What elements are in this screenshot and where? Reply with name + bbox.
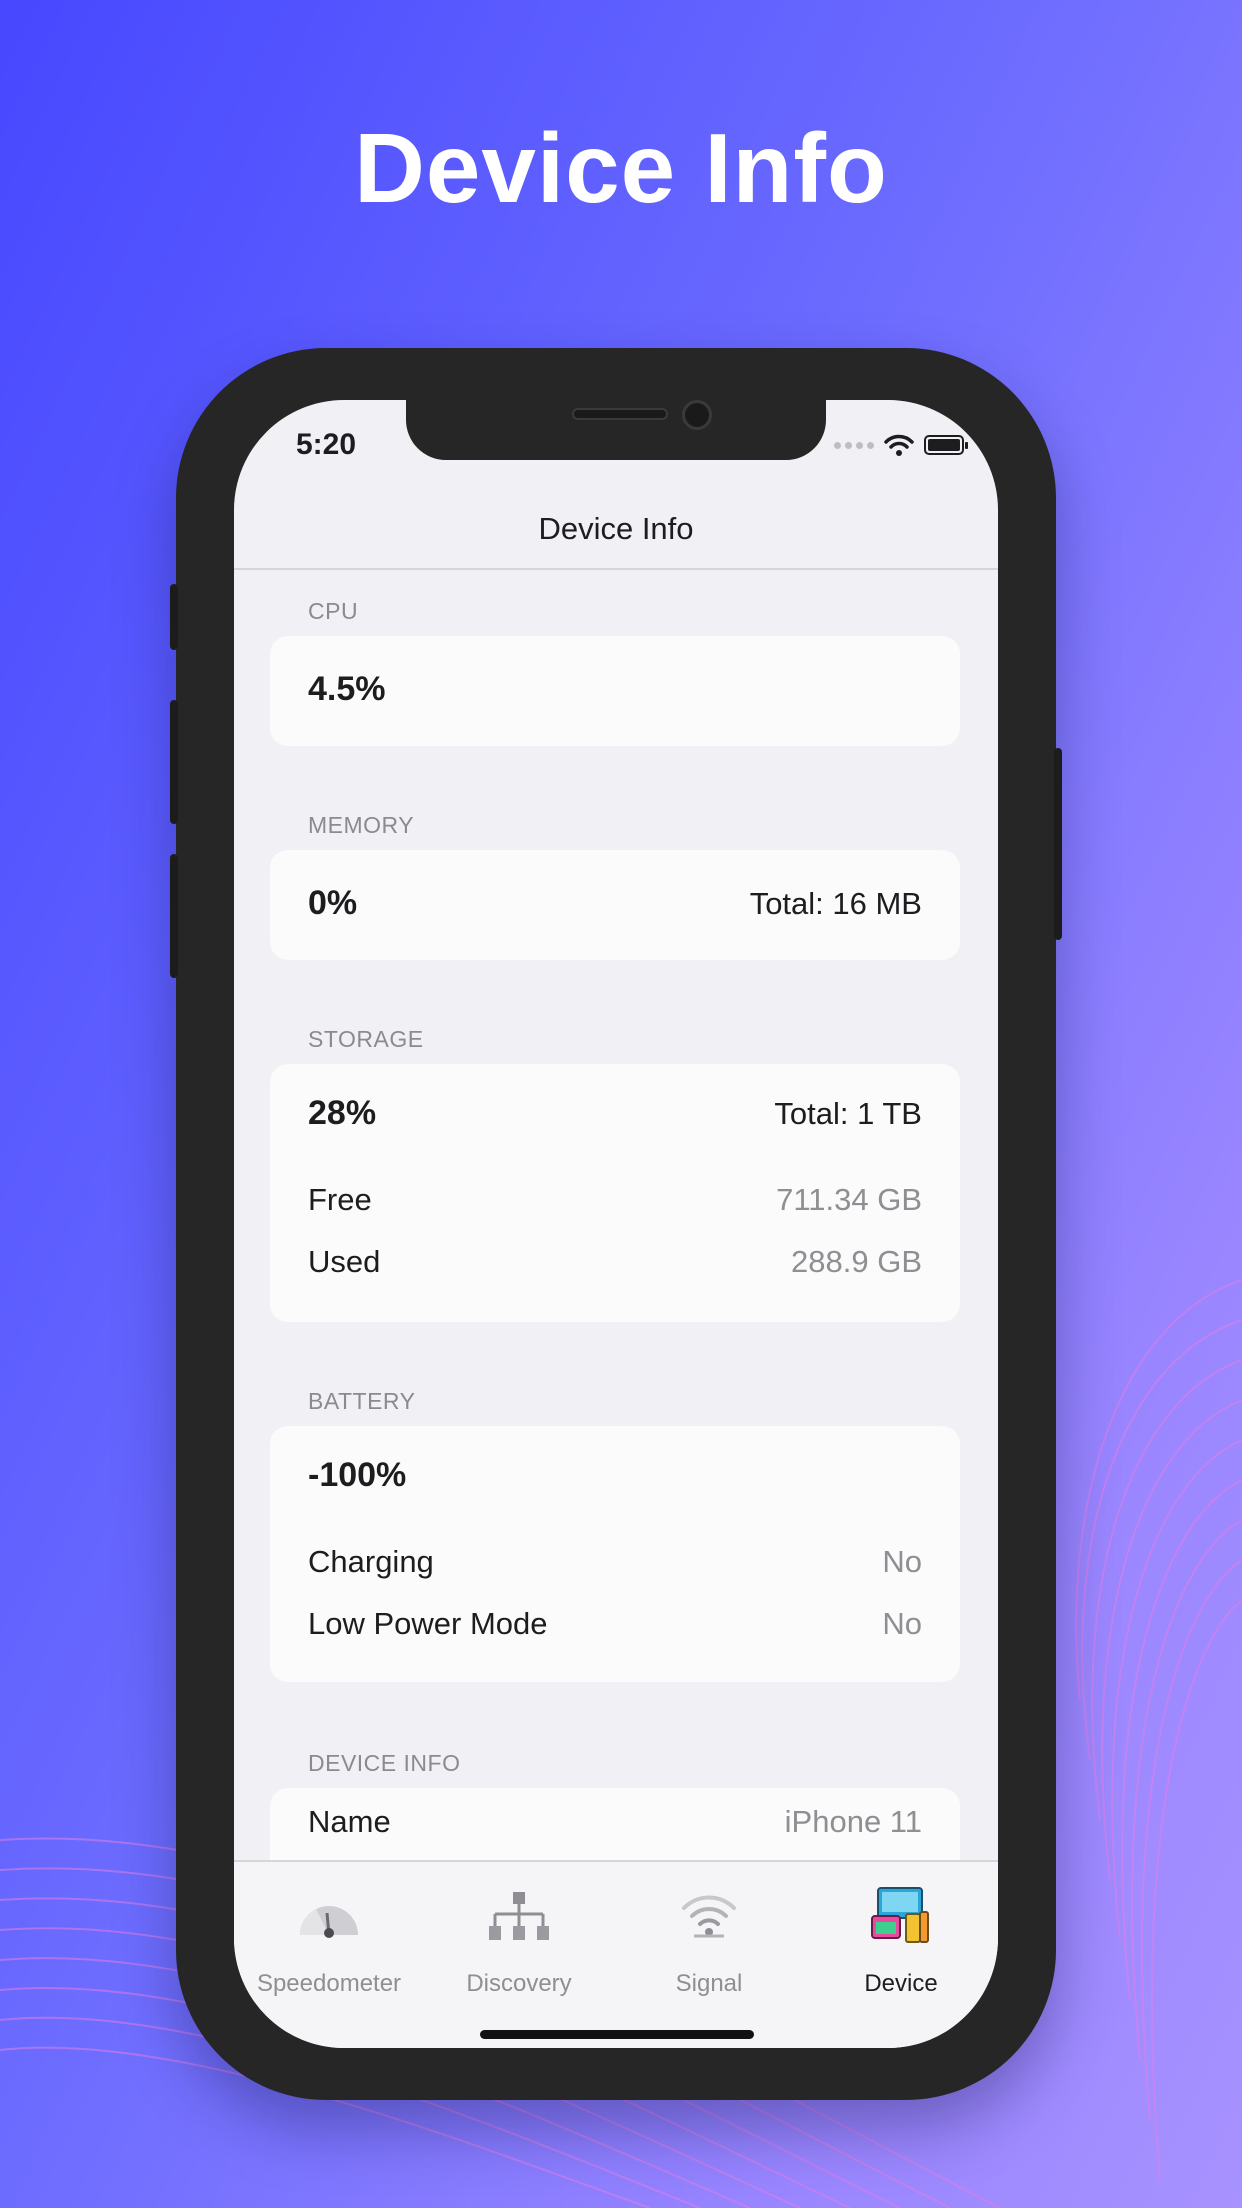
device-info-section-label: DEVICE INFO — [308, 1750, 461, 1776]
cellular-signal-icon — [834, 441, 874, 449]
device-info-card: Name iPhone 11 — [270, 1788, 960, 1860]
device-name-value: iPhone 11 — [784, 1804, 922, 1839]
tab-device[interactable]: Device — [806, 1884, 996, 1998]
volume-down-button — [170, 854, 178, 978]
battery-section-label: BATTERY — [308, 1388, 416, 1414]
tab-speedometer[interactable]: Speedometer — [234, 1884, 424, 1998]
nav-title: Device Info — [538, 511, 694, 546]
speedometer-icon — [299, 1906, 358, 1938]
battery-card: -100% Charging No Low Power Mode No — [270, 1426, 960, 1682]
battery-status-icon — [924, 435, 968, 455]
storage-free-label: Free — [308, 1182, 372, 1217]
low-power-mode-label: Low Power Mode — [308, 1606, 548, 1641]
storage-used-value: 288.9 GB — [791, 1244, 922, 1279]
status-time: 5:20 — [296, 428, 357, 461]
speaker-grille — [572, 408, 668, 420]
phone-screen: 5:20 Device Info CPU 4.5% MEMORY 0% Tota — [234, 400, 998, 2048]
memory-percent: 0% — [308, 884, 358, 922]
tab-discovery-label: Discovery — [466, 1970, 572, 1997]
storage-percent: 28% — [308, 1094, 377, 1132]
tab-device-label: Device — [864, 1970, 938, 1997]
hero-title: Device Info — [354, 113, 888, 223]
charging-label: Charging — [308, 1544, 434, 1579]
storage-used-label: Used — [308, 1244, 381, 1279]
phone-frame: 5:20 Device Info CPU 4.5% MEMORY 0% Tota — [170, 348, 1062, 2100]
tab-signal[interactable]: Signal — [614, 1884, 804, 1998]
status-icons — [834, 434, 968, 456]
storage-section-label: STORAGE — [308, 1026, 424, 1052]
tab-signal-label: Signal — [675, 1970, 743, 1997]
memory-section-label: MEMORY — [308, 812, 415, 838]
network-tree-icon — [489, 1892, 549, 1940]
storage-card: 28% Total: 1 TB Free 711.34 GB Used 288.… — [270, 1064, 960, 1322]
memory-card: 0% Total: 16 MB — [270, 850, 960, 960]
device-icon — [871, 1887, 929, 1943]
front-camera — [682, 400, 712, 430]
storage-free-value: 711.34 GB — [776, 1182, 922, 1217]
navigation-bar: Device Info — [234, 490, 998, 570]
charging-value: No — [882, 1544, 922, 1579]
cpu-card: 4.5% — [270, 636, 960, 746]
tab-bar: Speedometer Discovery Signal Device — [234, 1860, 998, 2048]
power-button — [1054, 748, 1062, 940]
battery-percent: -100% — [308, 1456, 407, 1494]
storage-total: Total: 1 TB — [774, 1096, 922, 1131]
cpu-section-label: CPU — [308, 598, 359, 624]
cpu-percent: 4.5% — [308, 670, 386, 708]
tab-speedometer-label: Speedometer — [256, 1970, 402, 1997]
volume-up-button — [170, 700, 178, 824]
device-name-label: Name — [308, 1804, 391, 1839]
notch — [406, 400, 826, 460]
home-indicator — [480, 2030, 754, 2039]
tab-discovery[interactable]: Discovery — [424, 1884, 614, 1998]
device-info-list[interactable]: CPU 4.5% MEMORY 0% Total: 16 MB STORAGE … — [234, 572, 998, 1860]
wifi-status-icon — [884, 434, 914, 456]
side-button — [170, 584, 178, 650]
low-power-mode-value: No — [882, 1606, 922, 1641]
memory-total: Total: 16 MB — [749, 886, 922, 921]
wifi-signal-icon — [682, 1895, 736, 1938]
